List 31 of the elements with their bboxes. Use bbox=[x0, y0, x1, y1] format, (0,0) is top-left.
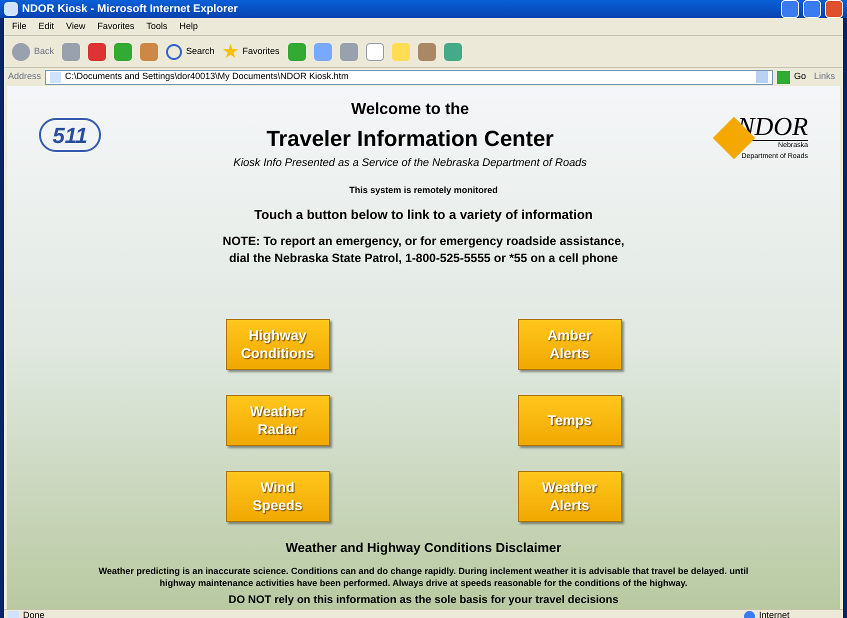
address-field[interactable]: C:\Documents and Settings\dor40013\My Documents\NDOR Kiosk.htm bbox=[45, 70, 773, 84]
magnifier-icon bbox=[166, 44, 182, 60]
monitoring-notice: This system is remotely monitored bbox=[349, 184, 498, 197]
minimize-button[interactable] bbox=[781, 0, 799, 18]
favorites-button[interactable]: Favorites bbox=[222, 44, 280, 60]
window-title: NDOR Kiosk - Microsoft Internet Explorer bbox=[22, 2, 239, 17]
emergency-note: NOTE: To report an emergency, or for emergency roadside assistance, dial the Nebraska State Patrol, 1-800-525-5555 or *55 on a cell phone bbox=[222, 232, 624, 266]
status-text: Done bbox=[23, 609, 46, 618]
menu-item[interactable]: Tools bbox=[146, 20, 168, 34]
back-button[interactable]: Back bbox=[12, 42, 54, 60]
restore-button[interactable] bbox=[803, 0, 821, 18]
disclaimer-heading: Weather and Highway Conditions Disclaimer bbox=[286, 538, 562, 557]
page-title: Traveler Information Center bbox=[266, 125, 554, 153]
menu-item[interactable]: Favorites bbox=[97, 20, 134, 34]
logo-511: 511 bbox=[39, 118, 101, 152]
menu-item[interactable]: Edit bbox=[38, 20, 54, 34]
links-label[interactable]: Links bbox=[810, 70, 839, 84]
menu-item[interactable]: File bbox=[12, 20, 27, 34]
address-label: Address bbox=[8, 70, 42, 84]
warning-text: DO NOT rely on this information as the sole basis for your travel decisions bbox=[228, 593, 618, 608]
menu-item[interactable]: View bbox=[66, 20, 86, 34]
go-button[interactable]: Go bbox=[776, 70, 806, 84]
menu-item[interactable]: Help bbox=[179, 20, 198, 34]
close-button[interactable] bbox=[825, 0, 843, 18]
search-button[interactable]: Search bbox=[166, 44, 215, 60]
address-url: C:\Documents and Settings\dor40013\My Documents\NDOR Kiosk.htm bbox=[65, 70, 350, 84]
zone-text: Internet bbox=[759, 609, 791, 618]
instruction-text: Touch a button below to link to a variety of information bbox=[254, 206, 593, 224]
subtitle: Kiosk Info Presented as a Service of the Nebraska Department of Roads bbox=[233, 156, 587, 171]
welcome-heading: Welcome to the bbox=[351, 100, 470, 120]
disclaimer-text: Weather predicting is an inaccurate science. Conditions can and do change rapidly. During inclement weather it is advisable that travel be delayed. until highway maintenance activities have been performed. Always drive at speeds reasonable for the conditions of the highway. bbox=[98, 565, 750, 589]
